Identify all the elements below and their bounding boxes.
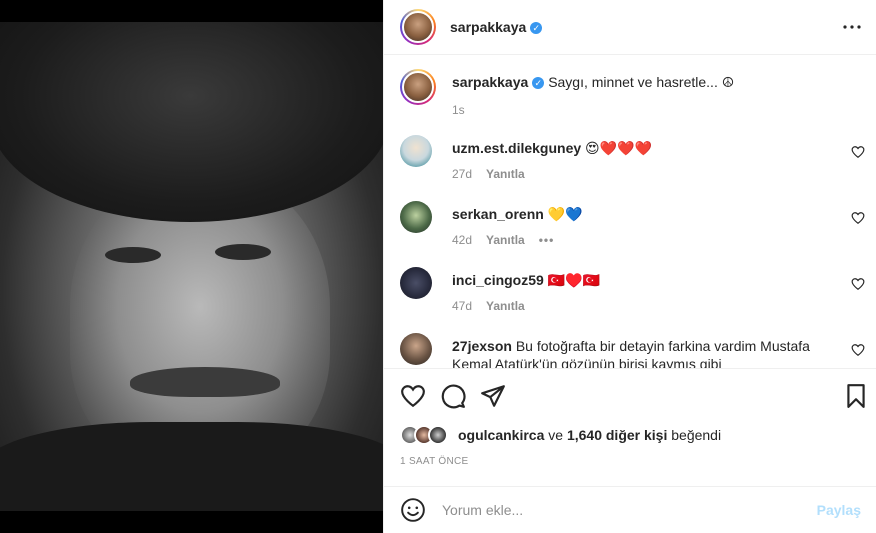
reply-button[interactable]: Yanıtla bbox=[486, 299, 525, 313]
likes-summary: ogulcankirca ve 1,640 diğer kişi beğendi bbox=[400, 424, 721, 446]
comment-username[interactable]: inci_cingoz59 bbox=[452, 272, 544, 288]
reply-button[interactable]: Yanıtla bbox=[486, 233, 525, 247]
commenter-avatar[interactable] bbox=[400, 267, 432, 299]
likes-connector: ve bbox=[548, 427, 564, 443]
comment-username[interactable]: serkan_orenn bbox=[452, 206, 544, 222]
more-horizontal-icon bbox=[843, 25, 861, 29]
caption-username[interactable]: sarpakkaya bbox=[452, 74, 528, 90]
save-bookmark-icon[interactable] bbox=[843, 383, 869, 409]
comment-age[interactable]: 27d bbox=[452, 167, 472, 181]
comment-options-button[interactable]: ••• bbox=[539, 233, 555, 247]
likes-suffix: beğendi bbox=[671, 427, 722, 443]
comment-item: inci_cingoz59 🇹🇷♥️🇹🇷 47d Yanıtla bbox=[400, 267, 865, 313]
author-avatar[interactable] bbox=[400, 9, 436, 45]
comment-text: 💛💙 bbox=[547, 206, 583, 222]
author-username[interactable]: sarpakkaya ✓ bbox=[450, 19, 543, 35]
like-comment-heart-icon[interactable] bbox=[851, 145, 865, 159]
like-comment-heart-icon[interactable] bbox=[851, 343, 865, 357]
like-comment-heart-icon[interactable] bbox=[851, 277, 865, 291]
like-heart-icon[interactable] bbox=[400, 383, 426, 409]
caption-text: Saygı, minnet ve hasretle... ☮ bbox=[548, 74, 735, 90]
post-caption: sarpakkaya ✓ Saygı, minnet ve hasretle...… bbox=[400, 69, 860, 119]
post-comment-button[interactable]: Paylaş bbox=[817, 502, 861, 518]
post-sidebar: sarpakkaya ✓ sarpakkaya ✓ Saygı, minnet ve… bbox=[383, 0, 876, 533]
caption-time[interactable]: 1s bbox=[452, 101, 860, 119]
post-timestamp[interactable]: 1 SAAT ÖNCE bbox=[400, 456, 469, 467]
commenter-avatar[interactable] bbox=[400, 333, 432, 365]
post-image-pane bbox=[0, 0, 383, 533]
comment-item: serkan_orenn 💛💙 42d Yanıtla ••• bbox=[400, 201, 865, 247]
comment-age[interactable]: 47d bbox=[452, 299, 472, 313]
comment-username[interactable]: uzm.est.dilekguney bbox=[452, 140, 581, 156]
like-comment-heart-icon[interactable] bbox=[851, 211, 865, 225]
share-icon[interactable] bbox=[480, 383, 506, 409]
add-comment-bar: Paylaş bbox=[384, 486, 876, 533]
verified-badge-icon: ✓ bbox=[532, 77, 545, 89]
liker-username[interactable]: ogulcankirca bbox=[458, 427, 544, 443]
post-header: sarpakkaya ✓ bbox=[384, 0, 876, 55]
liker-avatars[interactable] bbox=[400, 425, 452, 445]
comment-text: 🇹🇷♥️🇹🇷 bbox=[547, 272, 600, 288]
comments-list[interactable]: sarpakkaya ✓ Saygı, minnet ve hasretle...… bbox=[384, 55, 876, 368]
likes-count[interactable]: 1,640 diğer kişi bbox=[567, 427, 667, 443]
comment-username[interactable]: 27jexson bbox=[452, 338, 512, 354]
comment-icon[interactable] bbox=[440, 383, 466, 409]
commenter-avatar[interactable] bbox=[400, 135, 432, 167]
comment-text: 😍❤️❤️❤️ bbox=[585, 140, 652, 156]
commenter-avatar[interactable] bbox=[400, 201, 432, 233]
reply-button[interactable]: Yanıtla bbox=[486, 167, 525, 181]
comment-item: 27jexson Bu fotoğrafta bir detayin farki… bbox=[400, 333, 865, 368]
emoji-icon[interactable] bbox=[400, 497, 426, 523]
verified-badge-icon: ✓ bbox=[530, 22, 543, 34]
post-photo[interactable] bbox=[0, 22, 383, 511]
more-options-button[interactable] bbox=[842, 17, 862, 42]
comment-item: uzm.est.dilekguney 😍❤️❤️❤️ 27d Yanıtla bbox=[400, 135, 865, 181]
comment-input[interactable] bbox=[442, 502, 817, 518]
comment-age[interactable]: 42d bbox=[452, 233, 472, 247]
post-actions-bar bbox=[384, 368, 876, 424]
caption-avatar[interactable] bbox=[400, 69, 436, 105]
